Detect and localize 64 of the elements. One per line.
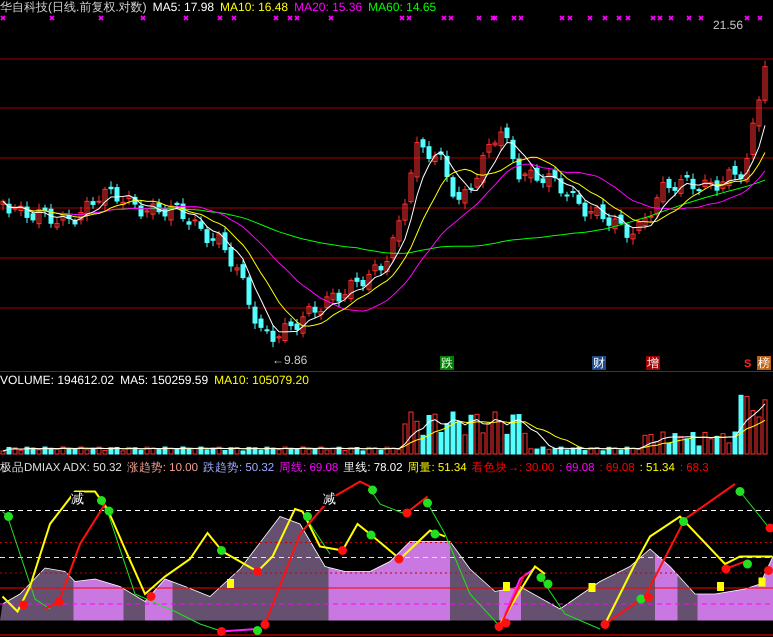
signal-dot <box>260 620 270 629</box>
signal-dot <box>402 508 412 518</box>
indicator-value: 周量: 51.34 <box>407 461 467 475</box>
indicator-value: 看色块→: 30.00 <box>472 461 554 475</box>
indicator-value: : 69.08 <box>600 461 635 475</box>
signal-dot <box>54 598 64 606</box>
signal-dot <box>97 496 106 505</box>
indicator-value: 涨趋势: 10.00 <box>126 461 198 475</box>
event-marker: 榜 <box>757 356 771 370</box>
signal-dot <box>366 530 376 540</box>
signal-dot <box>600 620 610 629</box>
indicator-value: 周线: 69.08 <box>279 461 338 475</box>
signal-block-icon <box>758 578 766 586</box>
event-marker: 跌 <box>440 356 454 370</box>
signal-dot <box>536 573 546 582</box>
reduce-sign: 减 <box>71 492 84 506</box>
indicator-value: : 68.3 <box>680 461 709 475</box>
moving-average-value: MA20: 15.36 <box>294 0 362 14</box>
signal-dot <box>494 622 504 631</box>
volume-value: VOLUME: 194612.02 <box>0 373 114 387</box>
signal-dot <box>636 594 646 604</box>
signal-dot <box>4 512 13 521</box>
signal-dot <box>502 618 510 628</box>
moving-average-value: MA60: 14.65 <box>368 0 436 14</box>
moving-average-value: MA5: 17.98 <box>152 0 214 14</box>
event-marker: 财 <box>592 356 606 370</box>
indicator-value: 跌趋势: 50.32 <box>202 461 274 475</box>
signal-dot <box>544 580 552 588</box>
stock-title: 华自科技(日线.前复权.对数) <box>0 0 147 14</box>
indicator-value: : 69.08 <box>559 461 594 475</box>
indicator-value: 里线: 78.02 <box>343 461 402 475</box>
signal-dot <box>423 498 432 508</box>
signal-dot <box>217 546 226 555</box>
signal-block-icon <box>503 582 510 591</box>
signal-dot <box>303 512 312 521</box>
signal-dot <box>430 530 440 538</box>
signal-dot <box>644 592 653 602</box>
signal-dot <box>394 554 404 564</box>
event-marker: 增 <box>646 356 660 370</box>
signal-dot <box>338 546 347 555</box>
signal-block-icon <box>588 583 596 592</box>
signal-block-icon <box>227 579 234 588</box>
signal-dot <box>253 567 262 576</box>
reduce-sign: 减 <box>323 492 336 506</box>
volume-value: MA5: 150259.59 <box>120 373 208 387</box>
signal-dot <box>217 627 226 636</box>
signal-dot <box>736 487 744 496</box>
signal-dot <box>146 592 156 601</box>
high-price-label: 21.56 <box>712 18 744 32</box>
signal-dot <box>679 517 688 526</box>
signal-block-icon <box>717 582 724 591</box>
signal-dot <box>19 600 28 610</box>
volume-value: MA10: 105079.20 <box>214 373 309 387</box>
signal-dot <box>104 506 114 516</box>
moving-average-value: MA10: 16.48 <box>220 0 288 14</box>
signal-dot <box>368 486 377 494</box>
indicator-value: 极品DMIAX ADX: 50.32 <box>0 461 122 475</box>
signal-dot <box>764 566 773 575</box>
signal-dot <box>253 626 262 635</box>
low-price-label: ←9.86 <box>272 353 308 367</box>
indicator-value: : 51.34 <box>640 461 675 475</box>
signal-dot <box>722 564 730 574</box>
signal-dot <box>743 560 752 568</box>
signal-mark: S <box>744 357 752 371</box>
